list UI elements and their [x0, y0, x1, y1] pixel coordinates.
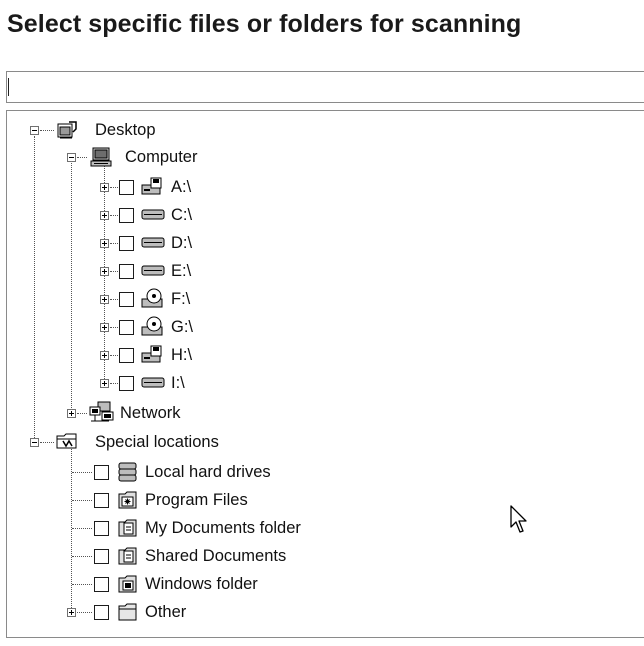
windows-folder-icon — [117, 573, 139, 593]
folder-tree[interactable]: Desktop Computer A:\ C:\ D:\ E:\ F:\ G:\… — [6, 110, 644, 638]
drive-g-expand-toggle[interactable] — [100, 323, 109, 332]
dialog-title: Select specific files or folders for sca… — [7, 10, 522, 38]
drive-h-expand-toggle[interactable] — [100, 351, 109, 360]
desktop-collapse-toggle[interactable] — [30, 126, 39, 135]
tree-line — [110, 187, 118, 188]
my-documents-checkbox[interactable] — [94, 521, 109, 536]
tree-item-drive-d[interactable]: D:\ — [171, 233, 192, 253]
floppy-drive-icon — [141, 344, 163, 364]
drive-a-checkbox[interactable] — [119, 180, 134, 195]
tree-line — [110, 327, 118, 328]
tree-item-drive-a[interactable]: A:\ — [171, 177, 191, 197]
local-hard-drives-checkbox[interactable] — [94, 465, 109, 480]
other-expand-toggle[interactable] — [67, 608, 76, 617]
tree-item-drive-c[interactable]: C:\ — [171, 205, 192, 225]
mouse-pointer-icon — [510, 505, 530, 535]
hard-drive-icon — [141, 372, 165, 392]
tree-line — [77, 413, 87, 414]
tree-line — [72, 500, 92, 501]
tree-item-drive-f[interactable]: F:\ — [171, 289, 190, 309]
tree-item-desktop[interactable]: Desktop — [95, 120, 156, 140]
tree-item-drive-g[interactable]: G:\ — [171, 317, 193, 337]
drive-c-expand-toggle[interactable] — [100, 211, 109, 220]
hard-drive-icon — [141, 232, 165, 252]
cd-drive-icon — [141, 315, 163, 336]
tree-item-special-locations[interactable]: Special locations — [95, 432, 219, 452]
drive-f-expand-toggle[interactable] — [100, 295, 109, 304]
drive-e-checkbox[interactable] — [119, 264, 134, 279]
hard-drive-icon — [141, 260, 165, 280]
drive-g-checkbox[interactable] — [119, 320, 134, 335]
tree-item-program-files[interactable]: Program Files — [145, 490, 248, 510]
tree-item-drive-e[interactable]: E:\ — [171, 261, 191, 281]
drive-i-checkbox[interactable] — [119, 376, 134, 391]
tree-item-local-hard-drives[interactable]: Local hard drives — [145, 462, 271, 482]
desktop-icon — [56, 120, 78, 140]
tree-line — [34, 136, 35, 438]
computer-icon — [90, 146, 112, 167]
drive-e-expand-toggle[interactable] — [100, 267, 109, 276]
network-expand-toggle[interactable] — [67, 409, 76, 418]
drive-d-checkbox[interactable] — [119, 236, 134, 251]
drive-a-expand-toggle[interactable] — [100, 183, 109, 192]
tree-item-drive-h[interactable]: H:\ — [171, 345, 192, 365]
drive-h-checkbox[interactable] — [119, 348, 134, 363]
tree-item-windows-folder[interactable]: Windows folder — [145, 574, 258, 594]
network-icon — [89, 401, 114, 422]
program-files-icon — [117, 489, 139, 509]
special-locations-icon — [56, 431, 78, 451]
tree-line — [40, 130, 54, 131]
documents-folder-icon — [117, 545, 139, 565]
tree-item-drive-i[interactable]: I:\ — [171, 373, 185, 393]
tree-item-network[interactable]: Network — [120, 403, 181, 423]
drive-c-checkbox[interactable] — [119, 208, 134, 223]
floppy-drive-icon — [141, 176, 163, 196]
tree-item-shared-documents[interactable]: Shared Documents — [145, 546, 286, 566]
documents-folder-icon — [117, 517, 139, 537]
tree-line — [110, 383, 118, 384]
hard-drives-icon — [117, 461, 139, 482]
cd-drive-icon — [141, 287, 163, 308]
drive-i-expand-toggle[interactable] — [100, 379, 109, 388]
tree-line — [72, 472, 92, 473]
windows-folder-checkbox[interactable] — [94, 577, 109, 592]
tree-line — [40, 442, 54, 443]
shared-documents-checkbox[interactable] — [94, 549, 109, 564]
tree-line — [110, 215, 118, 216]
tree-line — [72, 556, 92, 557]
computer-collapse-toggle[interactable] — [67, 153, 76, 162]
tree-line — [72, 584, 92, 585]
drive-d-expand-toggle[interactable] — [100, 239, 109, 248]
tree-line — [110, 355, 118, 356]
tree-line — [110, 271, 118, 272]
tree-line — [77, 612, 92, 613]
tree-line — [77, 157, 87, 158]
tree-item-other[interactable]: Other — [145, 602, 186, 622]
special-locations-collapse-toggle[interactable] — [30, 438, 39, 447]
program-files-checkbox[interactable] — [94, 493, 109, 508]
path-input[interactable] — [7, 72, 644, 102]
folder-icon — [117, 601, 139, 621]
tree-line — [71, 163, 72, 408]
drive-f-checkbox[interactable] — [119, 292, 134, 307]
tree-item-my-documents[interactable]: My Documents folder — [145, 518, 301, 538]
tree-item-computer[interactable]: Computer — [125, 147, 197, 167]
tree-line — [110, 243, 118, 244]
tree-line — [110, 299, 118, 300]
text-cursor — [8, 78, 9, 96]
other-checkbox[interactable] — [94, 605, 109, 620]
hard-drive-icon — [141, 204, 165, 224]
path-input-field[interactable] — [6, 71, 644, 103]
tree-line — [72, 528, 92, 529]
